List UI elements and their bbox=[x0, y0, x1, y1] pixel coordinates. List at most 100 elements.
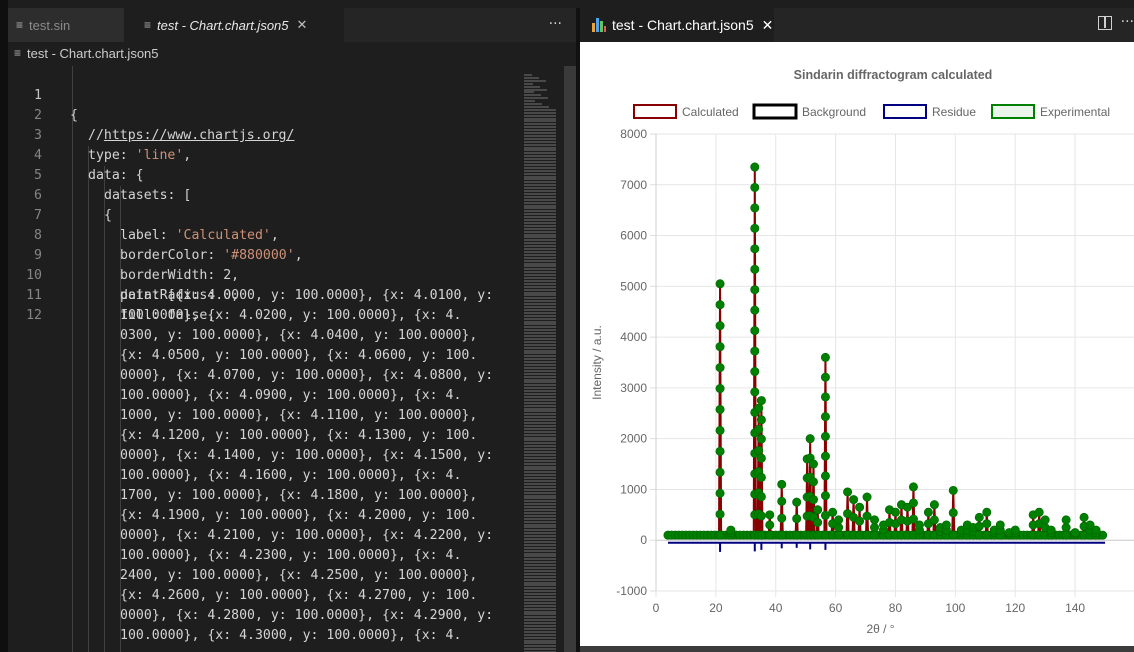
minimap-row bbox=[524, 195, 556, 198]
minimap-row bbox=[524, 436, 556, 439]
minimap-row bbox=[524, 279, 556, 282]
experimental-point bbox=[1091, 525, 1101, 535]
minimap-row bbox=[524, 390, 556, 393]
code-text: borderWidth: 2, bbox=[120, 268, 240, 283]
experimental-point bbox=[750, 264, 760, 274]
vertical-scrollbar[interactable] bbox=[564, 66, 576, 652]
minimap-row bbox=[524, 303, 556, 306]
minimap-row bbox=[524, 445, 556, 448]
experimental-point bbox=[908, 498, 918, 508]
minimap-row bbox=[524, 410, 556, 413]
experimental-point bbox=[820, 491, 830, 501]
experimental-point bbox=[750, 285, 760, 295]
minimap-row bbox=[524, 540, 556, 543]
x-tick-label: 40 bbox=[769, 601, 783, 615]
minimap-row bbox=[524, 323, 556, 326]
minimap-row bbox=[524, 227, 556, 230]
experimental-point bbox=[948, 485, 958, 495]
more-actions-button[interactable]: ··· bbox=[549, 16, 562, 32]
minimap-row bbox=[524, 340, 556, 343]
experimental-point bbox=[890, 507, 900, 517]
minimap-row bbox=[524, 308, 556, 311]
minimap-row bbox=[524, 146, 556, 149]
code-string: 'Calculated' bbox=[175, 228, 271, 243]
experimental-point bbox=[1040, 515, 1050, 525]
minimap-row bbox=[524, 511, 556, 514]
minimap-row bbox=[524, 619, 556, 622]
experimental-point bbox=[995, 520, 1005, 530]
experimental-point bbox=[715, 467, 725, 477]
code-line: 11 fill: false, bbox=[8, 266, 215, 323]
minimap-row bbox=[524, 250, 556, 253]
minimap-row bbox=[524, 262, 556, 265]
x-tick-label: 100 bbox=[945, 601, 965, 615]
code-text-area[interactable]: 1 { 2 //https://www.chartjs.org/ 3 type:… bbox=[8, 66, 576, 652]
close-icon[interactable]: ✕ bbox=[297, 17, 308, 33]
experimental-point bbox=[750, 203, 760, 213]
minimap-row bbox=[524, 480, 556, 482]
minimap-row bbox=[524, 282, 556, 285]
minimap-row bbox=[524, 187, 556, 190]
minimap-row bbox=[524, 169, 556, 172]
experimental-point bbox=[855, 516, 865, 526]
minimap-row bbox=[524, 358, 556, 361]
y-axis-label: Intensity / a.u. bbox=[590, 325, 604, 400]
minimap-row bbox=[524, 596, 556, 598]
minimap-row bbox=[524, 346, 556, 349]
code-editor-pane: ≡ test.sin ≡ test - Chart.chart.json5 ✕ … bbox=[8, 8, 576, 652]
minimap-row bbox=[524, 120, 556, 123]
experimental-point bbox=[765, 510, 775, 520]
legend-swatch bbox=[633, 104, 677, 119]
minimap-row bbox=[524, 555, 556, 558]
minimap-row bbox=[524, 114, 556, 117]
tab-chart-preview[interactable]: test - Chart.chart.json5 ✕ bbox=[580, 8, 774, 42]
minimap-row bbox=[524, 233, 556, 236]
experimental-point bbox=[820, 471, 830, 481]
code-text: 100.0000}, {x: 4.2300, y: 100.0000}, {x:… bbox=[120, 548, 462, 563]
code-string: 'line' bbox=[135, 148, 184, 163]
minimap-row bbox=[524, 393, 556, 395]
experimental-point bbox=[750, 326, 760, 336]
minimap-row bbox=[524, 274, 556, 277]
minimap-row bbox=[524, 105, 549, 108]
minimap[interactable] bbox=[524, 66, 560, 652]
minimap-row bbox=[524, 201, 556, 204]
code-text: 100.0000}, {x: 4.0200, y: 100.0000}, {x:… bbox=[120, 308, 462, 323]
split-editor-icon[interactable] bbox=[1098, 16, 1112, 30]
experimental-point bbox=[777, 530, 787, 540]
breadcrumb[interactable]: ≡ test - Chart.chart.json5 bbox=[8, 42, 576, 64]
minimap-row bbox=[524, 413, 556, 416]
experimental-point bbox=[756, 396, 766, 406]
experimental-point bbox=[855, 530, 865, 540]
experimental-point bbox=[820, 431, 830, 441]
minimap-row bbox=[524, 462, 556, 465]
experimental-point bbox=[820, 451, 830, 461]
experimental-point bbox=[754, 424, 764, 434]
scrollbar-thumb[interactable] bbox=[564, 66, 576, 652]
experimental-point bbox=[923, 507, 933, 517]
legend-label: Background bbox=[802, 105, 866, 119]
close-icon[interactable]: ✕ bbox=[762, 17, 774, 34]
chart-preview-pane: test - Chart.chart.json5 ✕ ··· Sindarin … bbox=[580, 8, 1134, 652]
minimap-row bbox=[524, 622, 556, 625]
experimental-point bbox=[715, 300, 725, 310]
minimap-row bbox=[524, 535, 556, 538]
minimap-row bbox=[524, 517, 556, 520]
tab-test-sin[interactable]: ≡ test.sin bbox=[8, 8, 124, 42]
chartjs-link[interactable]: https://www.chartjs.org/ bbox=[104, 128, 295, 143]
y-tick-label: 5000 bbox=[620, 279, 647, 293]
minimap-row bbox=[524, 465, 556, 468]
experimental-point bbox=[756, 415, 766, 425]
more-actions-button[interactable]: ··· bbox=[1121, 14, 1134, 30]
minimap-row bbox=[524, 430, 556, 433]
tab-chart-json5[interactable]: ≡ test - Chart.chart.json5 ✕ bbox=[124, 8, 344, 42]
code-text: {x: 4.1200, y: 100.0000}, {x: 4.1300, y:… bbox=[120, 428, 478, 443]
minimap-row bbox=[524, 630, 556, 633]
experimental-point bbox=[982, 507, 992, 517]
minimap-row bbox=[524, 610, 556, 613]
minimap-row bbox=[524, 239, 556, 242]
code-text: { bbox=[104, 208, 112, 223]
minimap-row bbox=[524, 526, 556, 529]
minimap-row bbox=[524, 474, 556, 477]
minimap-row bbox=[524, 552, 556, 555]
